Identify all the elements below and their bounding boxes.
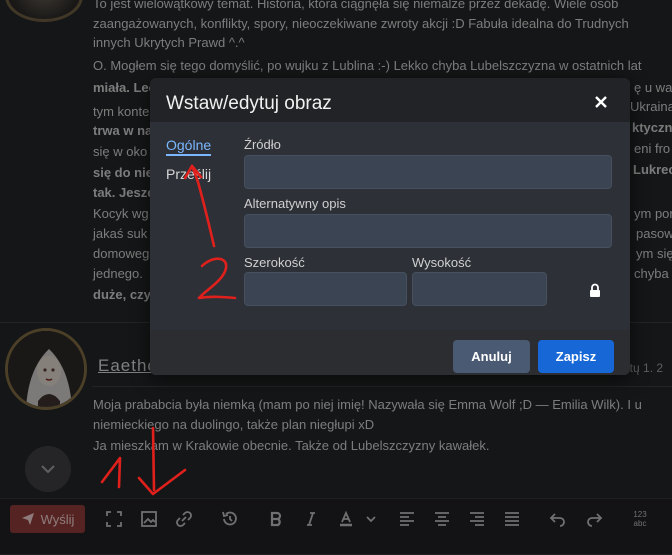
close-icon[interactable]: [594, 95, 608, 109]
width-label: Szerokość: [244, 255, 305, 270]
dialog-body: Ogólne Prześlij Źródło Alternatywny opis…: [150, 122, 630, 330]
source-input[interactable]: [244, 155, 612, 189]
height-label: Wysokość: [412, 255, 472, 270]
height-input[interactable]: [412, 272, 547, 306]
save-button[interactable]: Zapisz: [538, 340, 614, 373]
dialog-header: Wstaw/edytuj obraz: [150, 78, 630, 122]
tab-upload[interactable]: Prześlij: [166, 166, 211, 182]
insert-image-dialog: Wstaw/edytuj obraz Ogólne Prześlij Źródł…: [150, 78, 630, 375]
alt-text-label: Alternatywny opis: [244, 196, 346, 211]
width-input[interactable]: [244, 272, 407, 306]
lock-icon[interactable]: [589, 283, 601, 298]
dialog-footer: Anuluj Zapisz: [150, 330, 630, 375]
dialog-title: Wstaw/edytuj obraz: [166, 93, 332, 114]
source-label: Źródło: [244, 137, 281, 152]
cancel-button[interactable]: Anuluj: [453, 340, 530, 373]
tab-general[interactable]: Ogólne: [166, 137, 212, 156]
alt-text-input[interactable]: [244, 214, 612, 248]
